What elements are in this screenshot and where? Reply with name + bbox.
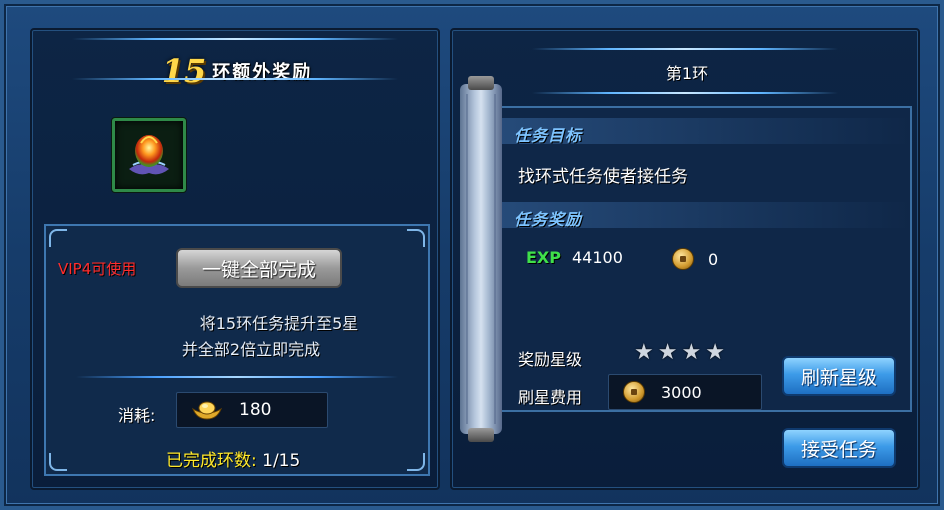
roller-cap xyxy=(468,428,494,442)
exp-label: EXP xyxy=(526,248,561,267)
task-panel: 第1环 任务目标 找环式任务使者接任务 任务奖励 EXP 44100 0 奖励星… xyxy=(450,28,920,490)
fire-flower-icon xyxy=(129,135,169,175)
star-rating: ★ ★ ★ ★ xyxy=(634,342,725,364)
bonus-title: 环额外奖励 xyxy=(212,62,313,83)
corner-ornament xyxy=(49,229,67,247)
vip-requirement-label: VIP4可使用 xyxy=(58,260,137,278)
task-goal-text: 找环式任务使者接任务 xyxy=(518,167,688,187)
exp-value: 44100 xyxy=(572,248,623,267)
roller-pattern xyxy=(466,94,496,424)
header-divider xyxy=(72,78,398,80)
roller-cap xyxy=(468,76,494,90)
scroll-roller xyxy=(460,76,502,442)
glow-divider xyxy=(76,376,398,378)
header-divider xyxy=(532,48,838,50)
completed-label: 已完成环数: xyxy=(166,451,257,471)
star-icon: ★ xyxy=(634,340,654,365)
refresh-fee-value: 3000 xyxy=(661,383,702,402)
cost-display: 180 xyxy=(176,392,328,428)
refresh-fee-label: 刷星费用 xyxy=(518,388,583,407)
task-goal-title: 任务目标 xyxy=(514,126,583,145)
coin-reward-value: 0 xyxy=(708,250,719,269)
refresh-stars-button[interactable]: 刷新星级 xyxy=(782,356,896,396)
gold-ingot-icon xyxy=(191,401,223,420)
star-icon: ★ xyxy=(657,340,678,365)
bonus-header: 15 环额外奖励 xyxy=(32,48,442,94)
bonus-number: 15 xyxy=(161,52,207,90)
header-divider xyxy=(72,38,398,40)
ring-title: 第1环 xyxy=(665,64,709,83)
description-line-2: 并全部2倍立即完成 xyxy=(181,340,321,359)
bonus-panel: 15 环额外奖励 VIP4可使用 一键全部完成 将15环任务提升至5星 并全部2… xyxy=(30,28,440,490)
header-divider xyxy=(532,92,838,94)
star-rating-label: 奖励星级 xyxy=(518,350,583,369)
copper-coin-icon xyxy=(623,381,645,403)
cost-label: 消耗: xyxy=(118,406,156,425)
copper-coin-icon xyxy=(672,248,694,270)
completed-count: 1/15 xyxy=(262,451,301,471)
quick-complete-box: VIP4可使用 一键全部完成 将15环任务提升至5星 并全部2倍立即完成 消耗:… xyxy=(44,224,430,476)
description-line-1: 将15环任务提升至5星 xyxy=(199,314,359,333)
star-icon: ★ xyxy=(705,340,725,365)
task-reward-title: 任务奖励 xyxy=(514,210,583,229)
refresh-fee-display: 3000 xyxy=(608,374,762,410)
reward-item-slot[interactable] xyxy=(112,118,186,192)
complete-all-button[interactable]: 一键全部完成 xyxy=(176,248,342,288)
accept-task-button[interactable]: 接受任务 xyxy=(782,428,896,468)
completed-rings: 已完成环数: 1/15 xyxy=(166,446,300,471)
corner-ornament xyxy=(407,229,425,247)
corner-ornament xyxy=(49,453,67,471)
corner-ornament xyxy=(407,453,425,471)
cost-value: 180 xyxy=(239,400,272,420)
star-icon: ★ xyxy=(681,340,702,365)
